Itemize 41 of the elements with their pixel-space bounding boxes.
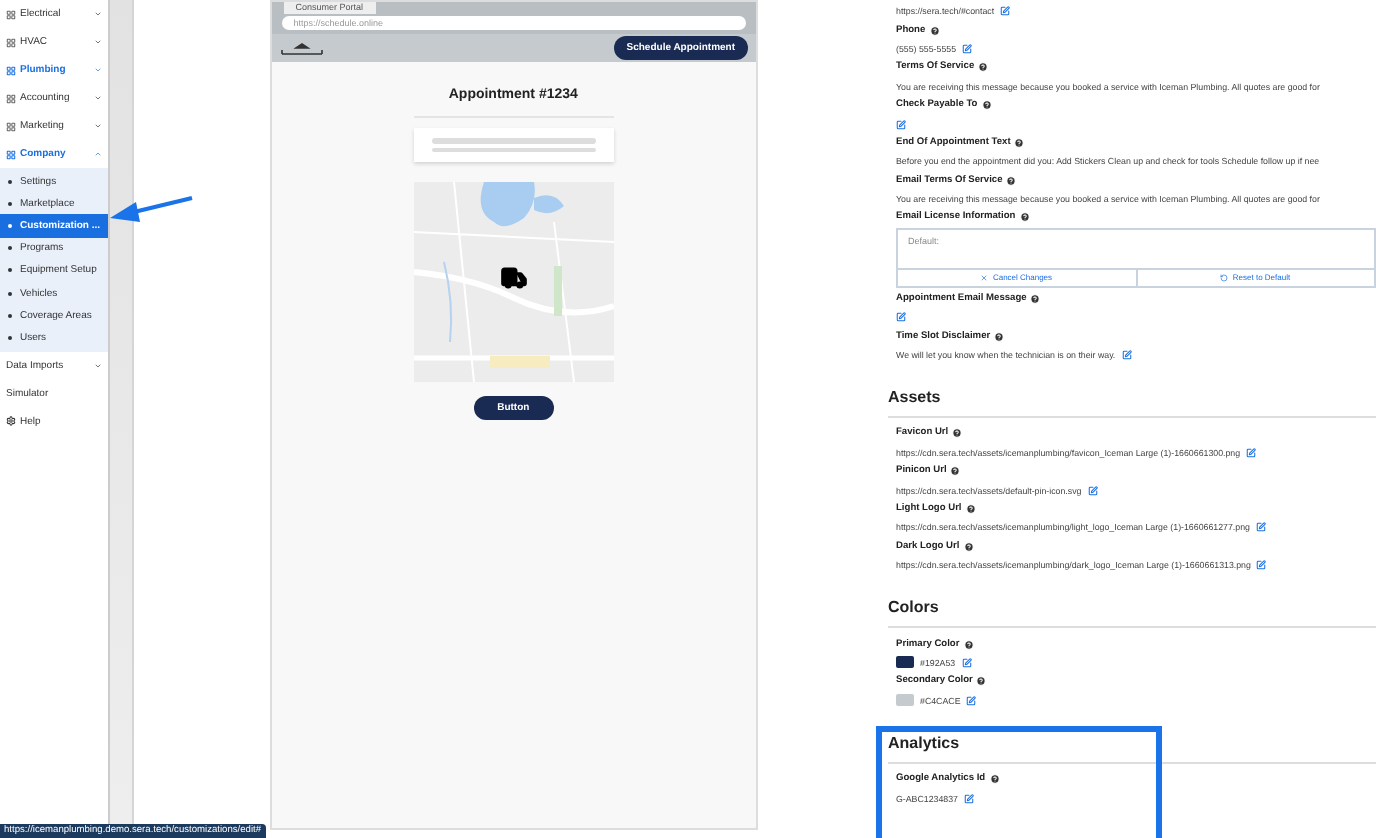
module-icon — [6, 121, 16, 131]
edit-icon[interactable] — [1246, 447, 1257, 458]
help-icon[interactable] — [994, 331, 1005, 342]
edit-icon[interactable] — [1255, 522, 1266, 533]
section-title: Analytics — [888, 733, 962, 756]
help-icon[interactable] — [1014, 137, 1025, 148]
edit-icon[interactable] — [964, 793, 974, 804]
module-icon — [6, 65, 16, 75]
module-icon — [6, 149, 16, 159]
edit-icon[interactable] — [966, 695, 977, 706]
help-icon[interactable] — [1019, 212, 1030, 223]
edit-icon[interactable] — [1000, 6, 1011, 17]
logo-icon — [279, 41, 324, 55]
help-icon[interactable] — [978, 62, 989, 73]
section-title: Assets — [888, 388, 943, 411]
help-icon[interactable] — [965, 504, 976, 514]
settings-icon — [6, 416, 16, 426]
help-icon[interactable] — [929, 25, 940, 36]
edit-icon[interactable] — [896, 119, 906, 130]
edit-icon[interactable] — [1121, 350, 1132, 361]
help-icon[interactable] — [952, 428, 963, 439]
help-icon[interactable] — [963, 639, 974, 650]
help-icon[interactable] — [950, 466, 961, 477]
module-icon — [6, 37, 16, 47]
module-icon — [6, 9, 16, 19]
edit-icon[interactable] — [961, 657, 972, 668]
edit-icon[interactable] — [1256, 560, 1267, 571]
help-icon[interactable] — [963, 541, 974, 552]
truck-icon — [499, 264, 528, 292]
edit-icon[interactable] — [1087, 485, 1098, 496]
edit-icon[interactable] — [896, 312, 906, 323]
help-icon[interactable] — [1006, 175, 1017, 186]
reset-icon — [1220, 273, 1229, 282]
help-icon[interactable] — [1030, 293, 1041, 304]
help-icon[interactable] — [981, 100, 992, 111]
help-icon[interactable] — [989, 774, 1000, 785]
annotation-arrow — [110, 196, 194, 228]
help-icon[interactable] — [976, 676, 987, 687]
edit-icon[interactable] — [962, 43, 973, 54]
section-title: Colors — [888, 598, 941, 621]
module-icon — [6, 93, 16, 103]
